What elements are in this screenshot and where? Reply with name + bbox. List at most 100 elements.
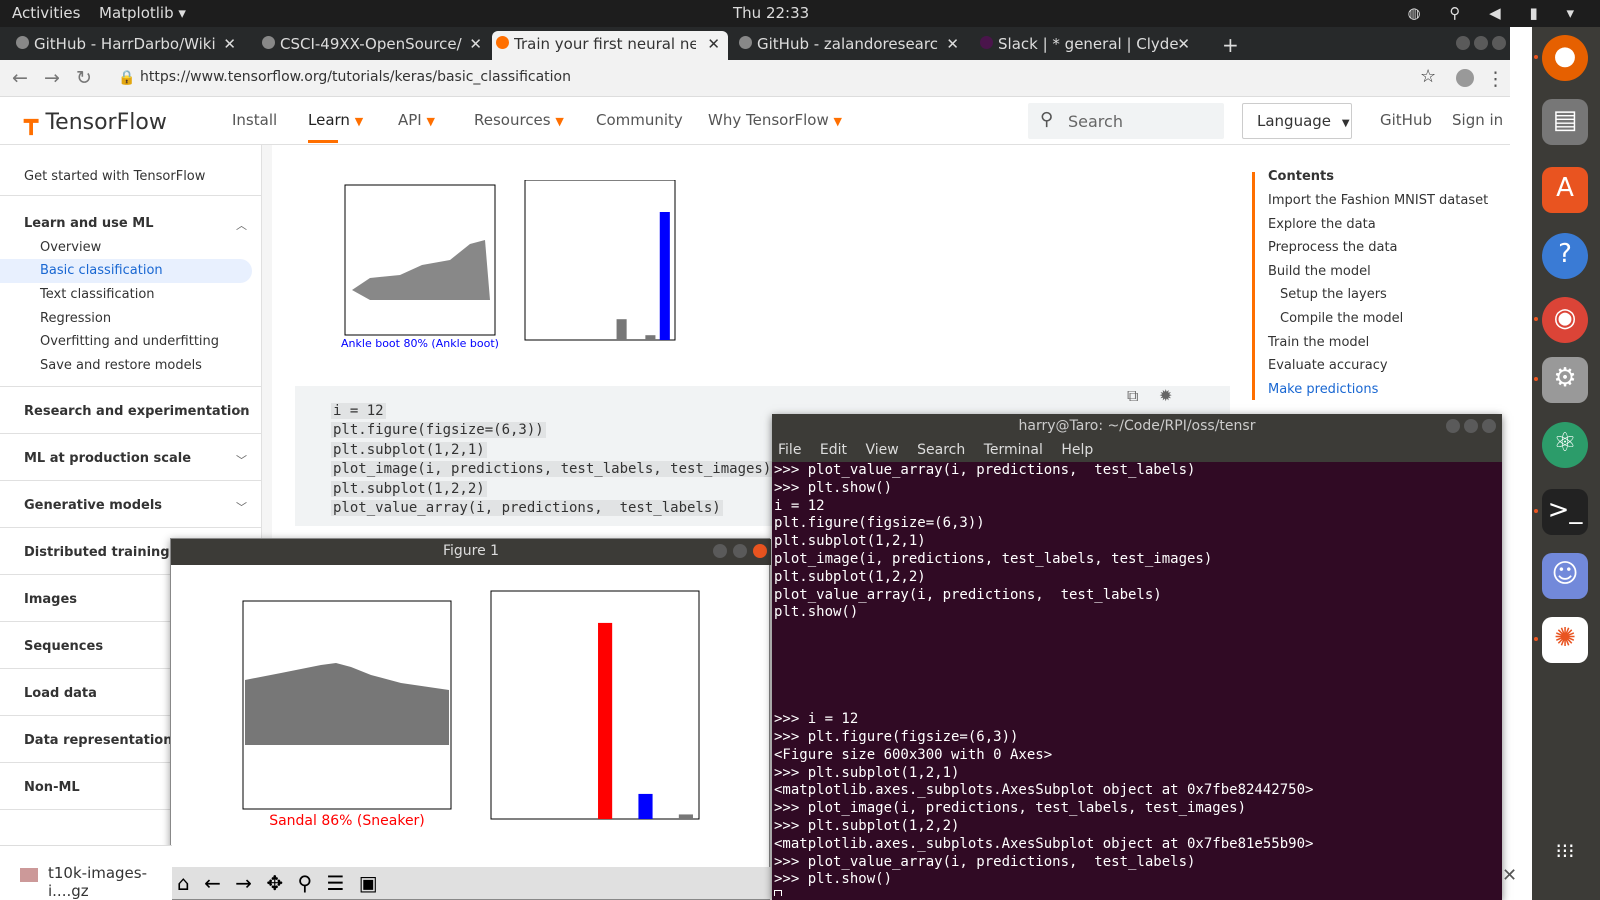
- sidebar-item-overfitting[interactable]: Overfitting and underfitting: [40, 334, 219, 349]
- sidebar-item-save-restore[interactable]: Save and restore models: [40, 358, 202, 373]
- clock[interactable]: Thu 22:33: [733, 4, 809, 22]
- toc-item[interactable]: Import the Fashion MNIST dataset: [1268, 193, 1488, 208]
- close-button[interactable]: [1492, 36, 1506, 50]
- toc-item[interactable]: Train the model: [1268, 335, 1369, 350]
- chevron-down-icon[interactable]: ﹀: [236, 452, 247, 468]
- tab-slack[interactable]: Slack | * general | ClydeBu ✕: [976, 31, 1198, 60]
- search-input[interactable]: ⚲ Search: [1028, 103, 1224, 139]
- maximize-button[interactable]: [1474, 36, 1488, 50]
- back-arrow-icon[interactable]: ←: [204, 871, 221, 895]
- nav-why-tensorflow[interactable]: Why TensorFlow ▼: [708, 111, 842, 129]
- language-select[interactable]: Language ▼: [1242, 103, 1352, 139]
- chevron-down-icon[interactable]: ﹀: [236, 499, 247, 515]
- copy-icon[interactable]: ⧉: [1127, 386, 1138, 406]
- close-icon[interactable]: ✕: [1177, 35, 1190, 53]
- minimize-button[interactable]: [1446, 419, 1460, 433]
- new-tab-button[interactable]: +: [1210, 29, 1250, 58]
- sidebar-item-regression[interactable]: Regression: [40, 311, 111, 326]
- terminal-output[interactable]: >>> plot_value_array(i, predictions, tes…: [774, 462, 1494, 896]
- nav-api[interactable]: API ▼: [398, 111, 435, 129]
- sidebar-section-load-data[interactable]: Load data: [24, 686, 97, 701]
- save-icon[interactable]: ▣: [359, 871, 378, 895]
- sidebar-section-sequences[interactable]: Sequences: [24, 639, 103, 654]
- toc-item[interactable]: Explore the data: [1268, 217, 1376, 232]
- chrome-icon[interactable]: ◉: [1534, 297, 1588, 343]
- nav-community[interactable]: Community: [596, 111, 683, 129]
- sidebar-item-text-classification[interactable]: Text classification: [40, 287, 155, 302]
- menu-view[interactable]: View: [865, 442, 898, 458]
- menu-edit[interactable]: Edit: [820, 442, 847, 458]
- pan-icon[interactable]: ✥: [266, 871, 283, 895]
- close-button[interactable]: [1482, 419, 1496, 433]
- home-icon[interactable]: ⌂: [177, 871, 190, 895]
- theme-icon[interactable]: ✹: [1159, 386, 1172, 405]
- activities-button[interactable]: Activities: [12, 4, 80, 22]
- menu-search[interactable]: Search: [917, 442, 965, 458]
- back-icon[interactable]: ←: [12, 67, 28, 89]
- matplotlib-icon[interactable]: ✺: [1534, 617, 1588, 663]
- toc-item[interactable]: Evaluate accuracy: [1268, 358, 1388, 373]
- menu-terminal[interactable]: Terminal: [984, 442, 1043, 458]
- sidebar-section-distributed[interactable]: Distributed training: [24, 545, 170, 560]
- sidebar-section-images[interactable]: Images: [24, 592, 77, 607]
- sidebar-section-non-ml[interactable]: Non-ML: [24, 780, 80, 795]
- tab-github-zalando[interactable]: GitHub - zalandoresearch ✕: [735, 31, 967, 60]
- atom-icon[interactable]: ⚛: [1542, 422, 1588, 468]
- tensorflow-logo[interactable]: ┳ TensorFlow: [24, 107, 167, 135]
- toc-item[interactable]: Build the model: [1268, 264, 1371, 279]
- sidebar-section-generative[interactable]: Generative models: [24, 498, 162, 513]
- close-button[interactable]: [749, 544, 767, 562]
- sidebar-item-overview[interactable]: Overview: [40, 240, 101, 255]
- chevron-up-icon[interactable]: ︿: [236, 217, 247, 233]
- configure-icon[interactable]: ☰: [326, 871, 344, 895]
- toc-item[interactable]: Setup the layers: [1280, 287, 1387, 302]
- window-titlebar[interactable]: Figure 1: [171, 539, 771, 565]
- minimize-button[interactable]: [1456, 36, 1470, 50]
- tab-tensorflow[interactable]: Train your first neural net ✕: [492, 31, 728, 60]
- profile-avatar[interactable]: [1456, 69, 1474, 87]
- app-menu[interactable]: Matplotlib ▾: [99, 4, 186, 22]
- sidebar-section-research[interactable]: Research and experimentation: [24, 404, 250, 419]
- close-icon[interactable]: ✕: [223, 35, 236, 53]
- close-icon[interactable]: ✕: [946, 35, 959, 53]
- files-icon[interactable]: ▤: [1542, 99, 1588, 145]
- sidebar-item-basic-classification[interactable]: Basic classification: [0, 259, 252, 283]
- download-item[interactable]: t10k-images-i....gz: [0, 845, 172, 900]
- show-applications-icon[interactable]: ⁝⁝⁝: [1542, 833, 1588, 879]
- settings-icon[interactable]: ⚙: [1534, 357, 1588, 403]
- toc-item-active[interactable]: Make predictions: [1268, 382, 1378, 397]
- maximize-button[interactable]: [1464, 419, 1478, 433]
- software-center-icon[interactable]: A: [1542, 167, 1588, 213]
- sidebar-section-production[interactable]: ML at production scale: [24, 451, 191, 466]
- discord-icon[interactable]: ☺: [1542, 553, 1588, 599]
- nav-learn[interactable]: Learn ▼: [308, 111, 363, 143]
- close-icon[interactable]: ✕: [707, 35, 720, 53]
- firefox-icon[interactable]: ●: [1534, 35, 1588, 81]
- url-field[interactable]: https://www.tensorflow.org/tutorials/ker…: [140, 69, 571, 85]
- close-download-bar-icon[interactable]: ✕: [1502, 865, 1517, 886]
- zoom-icon[interactable]: ⚲: [297, 871, 312, 895]
- maximize-button[interactable]: [729, 544, 747, 562]
- tab-github-csci[interactable]: CSCI-49XX-OpenSource/L ✕: [258, 31, 490, 60]
- window-titlebar[interactable]: harry@Taro: ~/Code/RPI/oss/tensr: [772, 414, 1502, 440]
- terminal-icon[interactable]: >_: [1534, 489, 1588, 535]
- toc-item[interactable]: Compile the model: [1280, 311, 1403, 326]
- tab-github-wiki[interactable]: GitHub - HarrDarbo/Wiki ✕: [12, 31, 244, 60]
- minimize-button[interactable]: [709, 544, 727, 562]
- system-tray[interactable]: ◍ ⚲ ◀ ▮ ▾: [1408, 4, 1586, 22]
- toc-item[interactable]: Preprocess the data: [1268, 240, 1398, 255]
- sign-in-link[interactable]: Sign in: [1452, 111, 1503, 129]
- help-icon[interactable]: ?: [1542, 233, 1588, 279]
- sidebar-item-get-started[interactable]: Get started with TensorFlow: [24, 169, 205, 184]
- chevron-down-icon[interactable]: ﹀: [236, 405, 247, 421]
- menu-file[interactable]: File: [778, 442, 801, 458]
- github-link[interactable]: GitHub: [1380, 111, 1432, 129]
- sidebar-section-data-representation[interactable]: Data representation: [24, 733, 173, 748]
- reload-icon[interactable]: ↻: [76, 67, 92, 89]
- bookmark-star-icon[interactable]: ☆: [1420, 66, 1436, 87]
- nav-install[interactable]: Install: [232, 111, 277, 129]
- forward-arrow-icon[interactable]: →: [235, 871, 252, 895]
- nav-resources[interactable]: Resources ▼: [474, 111, 564, 129]
- close-icon[interactable]: ✕: [469, 35, 482, 53]
- menu-icon[interactable]: ⋮: [1486, 68, 1505, 90]
